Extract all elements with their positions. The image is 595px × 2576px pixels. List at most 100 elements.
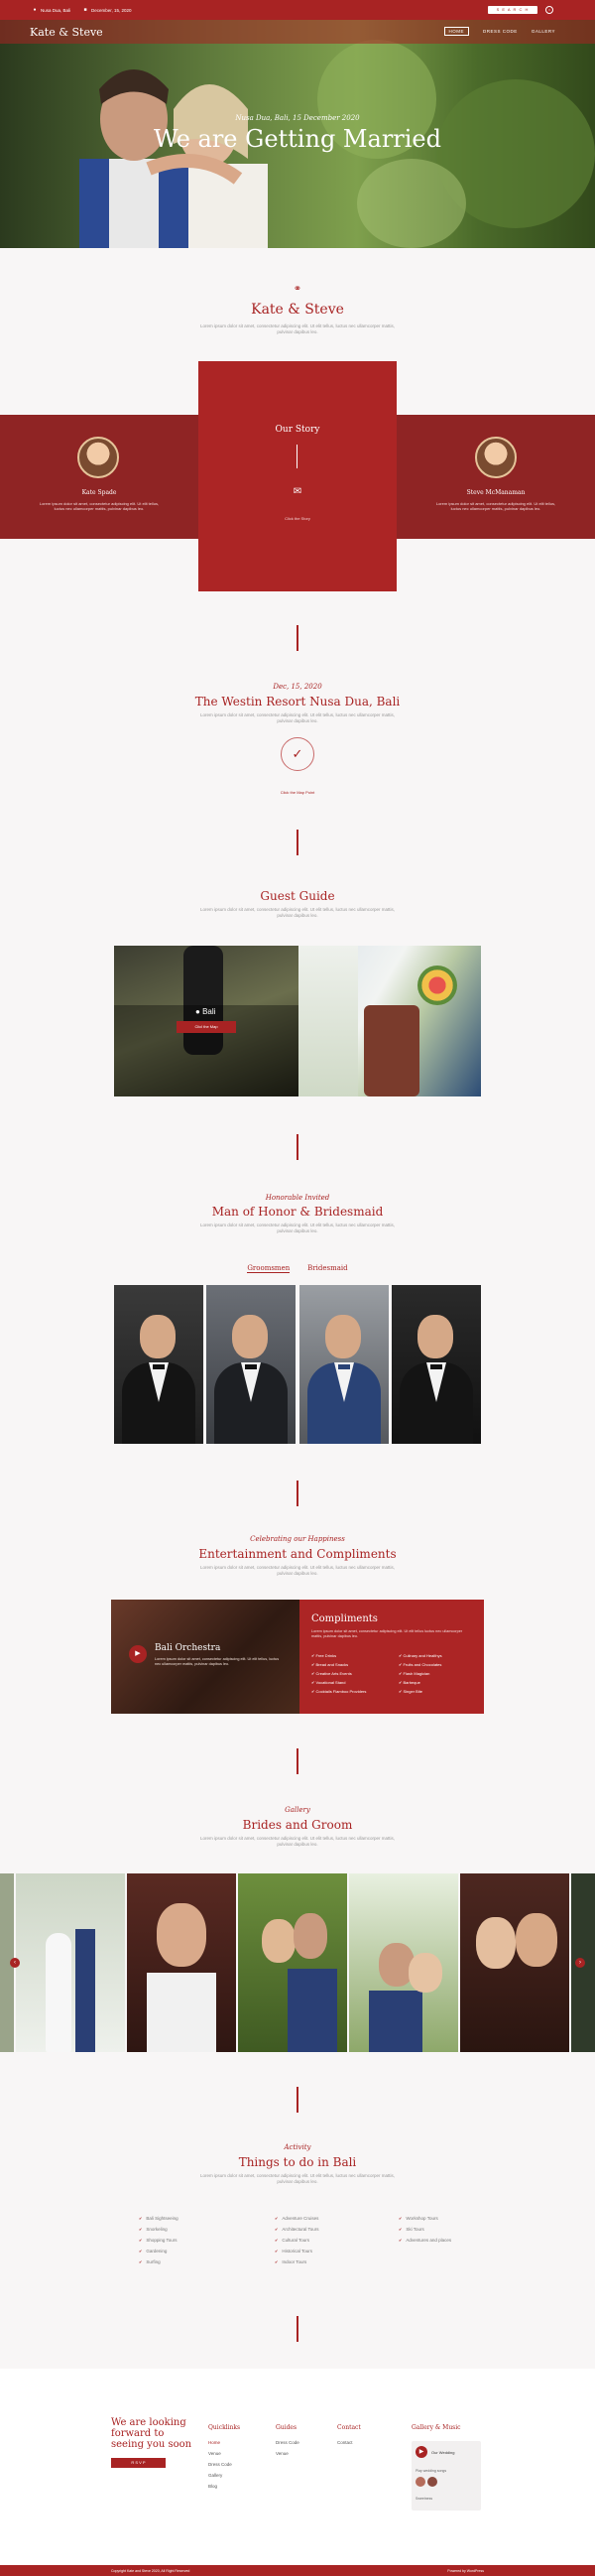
location-text: Nusa Dua, Bali: [41, 7, 71, 13]
list-item: Surfing: [139, 2256, 178, 2267]
map-marker-icon: ●: [195, 1007, 203, 1016]
gallery-photo: [349, 1873, 458, 2052]
gallery-title: Brides and Groom: [242, 1818, 353, 1832]
tab-bridesmaid[interactable]: Bridesmaid: [307, 1264, 347, 1272]
guide-place-label: ● Bali: [195, 1007, 216, 1016]
activity-col-3: Workshop Tours Ski Tours Adventures and …: [399, 2213, 451, 2246]
footer-link-dress-code[interactable]: Dress Code: [208, 2459, 240, 2470]
compliments-panel: Compliments Lorem ipsum dolor sit amet, …: [299, 1600, 484, 1714]
hero-subtitle: Nusa Dua, Bali, 15 December 2020: [235, 114, 360, 122]
footer-link-venue[interactable]: Venue: [208, 2448, 240, 2459]
nav-dress-code[interactable]: DRESS CODE: [483, 29, 518, 36]
compliments-list-left: ✔ Free Drinks ✔ Bread and Snacks ✔ Creat…: [311, 1651, 366, 1696]
footer-link-dress-code[interactable]: Dress Code: [276, 2437, 299, 2448]
entertain-kicker: Celebrating our Happiness: [250, 1535, 345, 1543]
map-button[interactable]: Clicl the Map: [177, 1021, 236, 1033]
footer-link-venue[interactable]: Venue: [276, 2448, 299, 2459]
footer-music: Gallery & Music: [412, 2422, 461, 2437]
date-item: ■ December, 15, 2020: [82, 7, 132, 13]
list-item: ✔ Vocational Stand: [311, 1680, 346, 1685]
search-input[interactable]: S E A R C H: [488, 6, 537, 14]
footer-link-contact[interactable]: Contact: [337, 2437, 361, 2448]
honor-title: Man of Honor & Bridesmaid: [211, 1205, 384, 1219]
compliments-desc: Lorem ipsum dolor sit amet, consectetur …: [311, 1629, 463, 1638]
location-item: ● Nusa Dua, Bali: [32, 7, 70, 13]
section-divider: [297, 625, 298, 651]
activity-title: Things to do in Bali: [238, 2155, 357, 2169]
list-item: ✔ Creative Arts Events: [311, 1671, 352, 1676]
hero-title: We are Getting Married: [153, 125, 441, 153]
honor-desc: Lorem ipsum dolor sit amet, consectetur …: [199, 1223, 396, 1233]
nav-gallery[interactable]: GALLERY: [532, 29, 555, 36]
tab-groomsmen[interactable]: Groomsmen: [247, 1264, 291, 1273]
story-link[interactable]: Click the Story: [198, 516, 397, 521]
gallery-next-icon[interactable]: ›: [575, 1958, 585, 1968]
list-item: ✔ Singer Bite: [399, 1689, 423, 1694]
honor-kicker: Honorable Invited: [265, 1194, 330, 1202]
list-item: Historical Tours: [275, 2246, 319, 2256]
top-bar: ● Nusa Dua, Bali ■ December, 15, 2020 S E …: [0, 0, 595, 20]
section-divider: [297, 830, 298, 855]
letter-icon: ✉: [293, 486, 302, 497]
orchestra-title: Bali Orchestra: [155, 1643, 221, 1653]
footer-link-gallery[interactable]: Gallery: [208, 2470, 240, 2481]
footer-link-home[interactable]: Home: [208, 2437, 240, 2448]
bride-desc: Lorem ipsum dolor sit amet, consectetur …: [39, 501, 160, 511]
footer-link-blog[interactable]: Blog: [208, 2481, 240, 2492]
list-item: Architectural Tours: [275, 2224, 318, 2235]
entertain-desc: Lorem ipsum dolor sit amet, consectetur …: [199, 1565, 396, 1576]
play-icon[interactable]: ▶: [129, 1645, 147, 1663]
footer-heading: Quicklinks: [208, 2424, 241, 2431]
cart-icon[interactable]: ○: [545, 6, 553, 14]
groomsman-photo: [114, 1285, 203, 1444]
venue-title: The Westin Resort Nusa Dua, Bali: [194, 695, 401, 708]
calendar-icon: ■: [83, 7, 87, 13]
play-icon[interactable]: ▶: [416, 2446, 427, 2458]
guide-photo-table: [298, 946, 481, 1096]
guide-photo-walk: ● Bali Clicl the Map: [114, 946, 298, 1096]
bottom-bar: Copyright Kate and Steve 2020, All Right…: [0, 2565, 595, 2576]
list-item: ✔ Flash Magician: [399, 1671, 430, 1676]
nav-home[interactable]: HOME: [443, 27, 470, 36]
list-item: Cultural Tours: [275, 2235, 319, 2246]
list-item: ✔ Barbeque: [399, 1680, 420, 1685]
track-name[interactable]: Sweetness: [416, 2497, 432, 2501]
list-item: Workshop Tours: [399, 2213, 451, 2224]
groom-desc: Lorem ipsum dolor sit amet, consectetur …: [435, 501, 556, 511]
list-item: ✔ Culinary and Healthys: [399, 1653, 442, 1658]
gallery-prev-icon[interactable]: ‹: [10, 1958, 20, 1968]
orchestra-panel: ▶ Bali Orchestra Lorem ipsum dolor sit a…: [111, 1600, 299, 1714]
groomsman-photo: [206, 1285, 296, 1444]
section-divider: [297, 2087, 298, 2113]
bride-name: Kate Spade: [81, 489, 117, 496]
rsvp-button[interactable]: R S V P: [111, 2458, 166, 2468]
guide-desc: Lorem ipsum dolor sit amet, consectetur …: [199, 907, 396, 918]
main-nav: Kate & Steve HOME DRESS CODE GALLERY: [0, 20, 595, 44]
activity-col-2: Adventure Cruises Architectural Tours Cu…: [275, 2213, 319, 2267]
gallery-photo: [127, 1873, 236, 2052]
date-text: December, 15, 2020: [91, 7, 132, 13]
groomsman-photo: [392, 1285, 481, 1444]
footer-guides: Guides Dress Code Venue: [276, 2422, 299, 2459]
story-card: Our Story ✉ Click the Story: [198, 361, 397, 591]
venue-date: Dec, 15, 2020: [273, 683, 322, 691]
hero-banner: Kate & Steve HOME DRESS CODE GALLERY Nus…: [0, 20, 595, 248]
track-thumbnail: [427, 2477, 437, 2487]
footer-contact: Contact Contact: [337, 2422, 361, 2448]
list-item: Bali Sightseeing: [139, 2213, 178, 2224]
section-divider: [297, 1134, 298, 1160]
credit-text[interactable]: Powered by WordPress: [447, 2569, 484, 2573]
list-item: ✔ Free Drinks: [311, 1653, 337, 1658]
music-player: ▶ Our Wedding Play wedding songs Sweetne…: [412, 2441, 481, 2511]
gallery-photo: [16, 1873, 125, 2052]
list-item: ✔ Fruits and Chocolates: [399, 1662, 442, 1667]
footer-cta: We are looking forward to seeing you soo…: [111, 2417, 192, 2450]
honor-tabs: Groomsmen Bridesmaid: [0, 1264, 595, 1273]
bride-avatar: [77, 437, 119, 478]
venue-link[interactable]: Click the Map Point: [0, 790, 595, 795]
map-pin-icon[interactable]: ✓: [281, 737, 314, 771]
gallery-desc: Lorem ipsum dolor sit amet, consectetur …: [199, 1836, 396, 1847]
list-item: Shopping Tours: [139, 2235, 178, 2246]
section-divider: [297, 1748, 298, 1774]
site-logo[interactable]: Kate & Steve: [30, 26, 103, 39]
